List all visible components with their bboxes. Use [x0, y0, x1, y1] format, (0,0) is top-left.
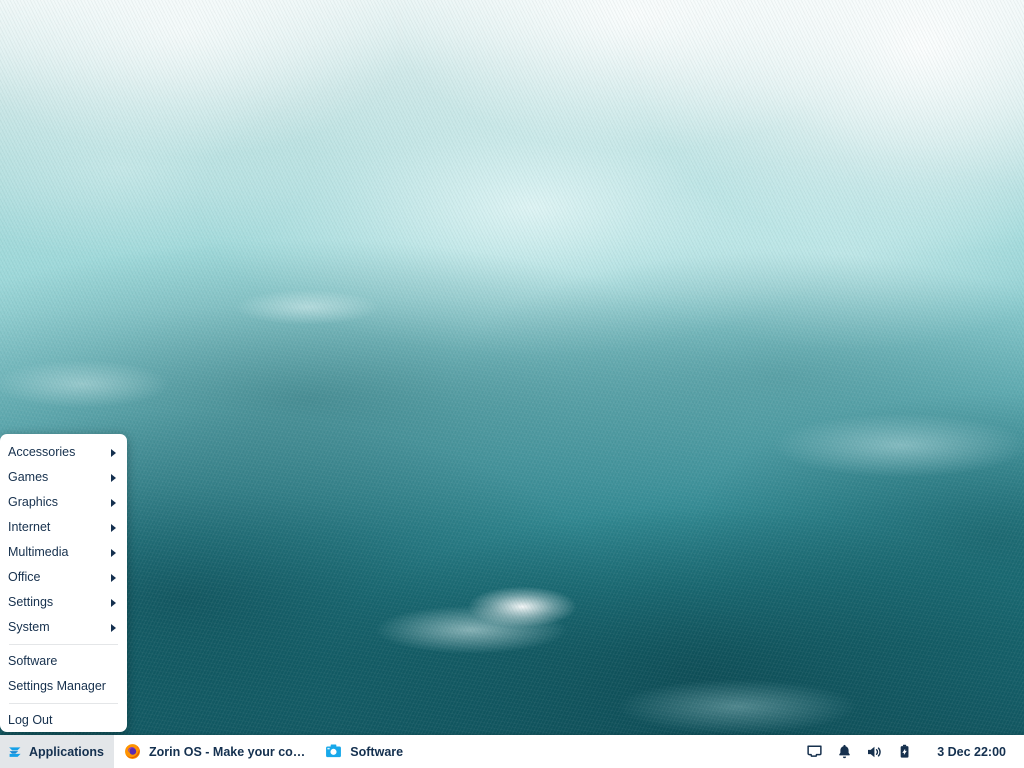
chevron-right-icon [111, 499, 116, 507]
menu-item-accessories[interactable]: Accessories [0, 440, 127, 465]
chevron-right-icon [111, 524, 116, 532]
chevron-right-icon [111, 549, 116, 557]
desktop[interactable]: Accessories Games Graphics Internet Mult… [0, 0, 1024, 768]
taskbar-window-title: Zorin OS - Make your co… [149, 745, 305, 759]
menu-item-label: Settings Manager [8, 674, 118, 699]
zorin-logo-icon [7, 744, 23, 760]
menu-item-settings-manager[interactable]: Settings Manager [0, 674, 127, 699]
taskbar-panel[interactable]: Applications Zorin OS - Make your co… [0, 735, 1024, 768]
menu-item-label: Software [8, 649, 118, 674]
system-tray[interactable]: 3 Dec 22:00 [799, 735, 1024, 768]
menu-item-settings[interactable]: Settings [0, 590, 127, 615]
taskbar-window-software[interactable]: Software [315, 735, 413, 768]
firefox-icon [124, 743, 141, 760]
taskbar-window-title: Software [350, 745, 403, 759]
chevron-right-icon [111, 449, 116, 457]
bell-icon[interactable] [829, 735, 859, 768]
menu-item-label: Multimedia [8, 540, 111, 565]
menu-item-games[interactable]: Games [0, 465, 127, 490]
menu-separator [9, 703, 118, 704]
applications-button[interactable]: Applications [0, 735, 114, 768]
menu-item-log-out[interactable]: Log Out [0, 708, 127, 733]
menu-item-office[interactable]: Office [0, 565, 127, 590]
menu-item-graphics[interactable]: Graphics [0, 490, 127, 515]
chevron-right-icon [111, 574, 116, 582]
taskbar-window-firefox[interactable]: Zorin OS - Make your co… [114, 735, 315, 768]
menu-item-label: Office [8, 565, 111, 590]
menu-item-internet[interactable]: Internet [0, 515, 127, 540]
display-icon[interactable] [799, 735, 829, 768]
clock[interactable]: 3 Dec 22:00 [919, 745, 1014, 759]
menu-item-label: System [8, 615, 111, 640]
menu-item-multimedia[interactable]: Multimedia [0, 540, 127, 565]
menu-separator [9, 644, 118, 645]
menu-item-label: Log Out [8, 708, 118, 733]
applications-button-label: Applications [29, 745, 104, 759]
menu-item-software[interactable]: Software [0, 649, 127, 674]
software-center-icon [325, 743, 342, 760]
applications-menu-popup[interactable]: Accessories Games Graphics Internet Mult… [0, 434, 127, 732]
battery-charging-icon[interactable] [889, 735, 919, 768]
wallpaper-grain-texture [0, 0, 1024, 768]
menu-item-label: Games [8, 465, 111, 490]
chevron-right-icon [111, 474, 116, 482]
menu-item-label: Graphics [8, 490, 111, 515]
menu-item-label: Internet [8, 515, 111, 540]
menu-item-label: Accessories [8, 440, 111, 465]
menu-item-system[interactable]: System [0, 615, 127, 640]
chevron-right-icon [111, 599, 116, 607]
menu-item-label: Settings [8, 590, 111, 615]
speaker-icon[interactable] [859, 735, 889, 768]
chevron-right-icon [111, 624, 116, 632]
